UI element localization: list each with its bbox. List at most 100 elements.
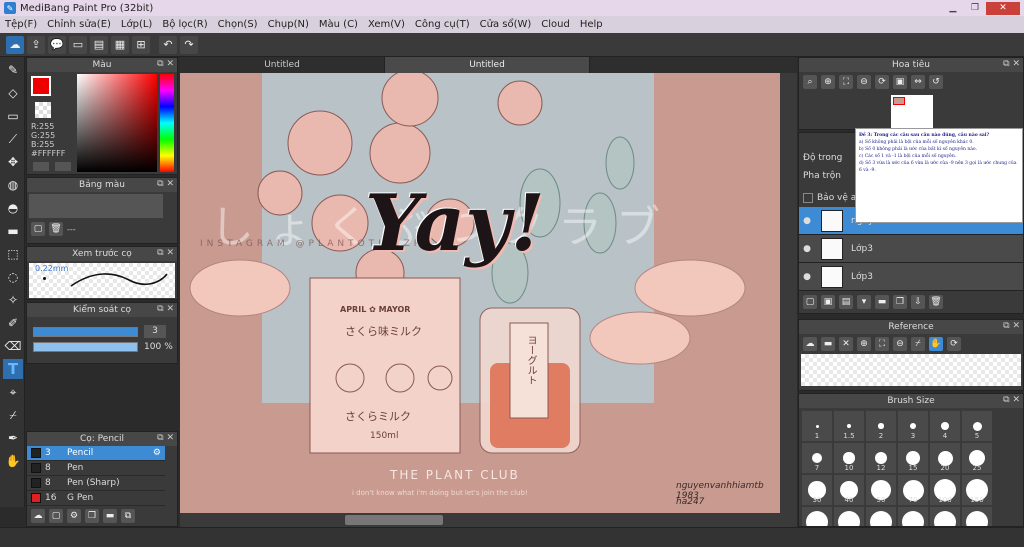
fill-tool-icon[interactable]: ◍ xyxy=(3,175,23,195)
secondary-color-swatch[interactable] xyxy=(35,102,51,118)
reference-eyedropper-icon[interactable]: ⌿ xyxy=(911,337,925,351)
primary-color-swatch[interactable] xyxy=(31,76,51,96)
brush-size-cell[interactable]: 30 xyxy=(802,475,832,505)
hand-tool-icon[interactable]: ✋ xyxy=(3,451,23,471)
brush-size-value[interactable]: 3 xyxy=(144,325,166,338)
reference-cloud-icon[interactable]: ☁ xyxy=(803,337,817,351)
scrollbar-thumb[interactable] xyxy=(345,515,443,525)
brush-size-cell[interactable]: 150 xyxy=(962,475,992,505)
menu-item[interactable]: Cloud xyxy=(536,19,575,30)
select-eraser-tool-icon[interactable]: ⌫ xyxy=(3,336,23,356)
brush-size-cell[interactable]: 10 xyxy=(834,443,864,473)
flip-icon[interactable]: ⇔ xyxy=(911,75,925,89)
brush-size-cell[interactable]: 200 xyxy=(802,507,832,526)
bucket-tool-icon[interactable]: ◓ xyxy=(3,198,23,218)
color-mode-icon[interactable] xyxy=(33,162,49,171)
reference-fit-icon[interactable]: ⛶ xyxy=(875,337,889,351)
color-swap-icon[interactable] xyxy=(55,162,71,171)
magic-wand-tool-icon[interactable]: ✧ xyxy=(3,290,23,310)
reference-zoom-in-icon[interactable]: ⊕ xyxy=(857,337,871,351)
actual-size-icon[interactable]: ▣ xyxy=(893,75,907,89)
brush-size-cell[interactable]: 1.5 xyxy=(834,411,864,441)
brush-list-item[interactable]: 16 G Pen xyxy=(27,491,165,506)
select-tool-icon[interactable]: ⬚ xyxy=(3,244,23,264)
dot-pen-tool-icon[interactable]: ⟋ xyxy=(3,129,23,149)
cloud-icon[interactable]: ☁ xyxy=(6,35,24,54)
brush-size-cell[interactable]: 25 xyxy=(962,443,992,473)
reference-rotate-icon[interactable]: ⟳ xyxy=(947,337,961,351)
panel-close-icon[interactable]: ⧉ ✕ xyxy=(157,304,174,314)
text-tool-icon[interactable]: T xyxy=(3,359,23,379)
new-layer-2-icon[interactable]: ▣ xyxy=(821,295,835,309)
brush-size-cell[interactable]: 400 xyxy=(866,507,896,526)
brush-size-cell[interactable]: 50 xyxy=(866,475,896,505)
canvas-horizontal-scrollbar[interactable] xyxy=(180,513,797,527)
navigator-thumbnail[interactable] xyxy=(891,95,933,129)
menu-item[interactable]: Chọn(S) xyxy=(213,19,263,30)
brush-size-cell[interactable]: 70 xyxy=(898,475,928,505)
saturation-value-picker[interactable] xyxy=(77,74,157,172)
zoom-out-icon[interactable]: ⊖ xyxy=(857,75,871,89)
brush-list-item[interactable]: 3 Pencil ⚙ xyxy=(27,446,165,461)
panel-layout-icon[interactable]: ▦ xyxy=(111,35,129,54)
new-halftone-layer-icon[interactable]: ▤ xyxy=(839,295,853,309)
panel-close-icon[interactable]: ⧉ ✕ xyxy=(157,59,174,69)
menu-item[interactable]: Bộ lọc(R) xyxy=(157,19,212,30)
brush-size-cell[interactable]: 300 xyxy=(834,507,864,526)
menu-item[interactable]: Help xyxy=(575,19,608,30)
reset-icon[interactable]: ↺ xyxy=(929,75,943,89)
tab-untitled-1[interactable]: Untitled xyxy=(180,57,385,73)
reference-close-icon[interactable]: ✕ xyxy=(839,337,853,351)
grid-icon[interactable]: ⊞ xyxy=(132,35,150,54)
brush-size-cell[interactable]: 40 xyxy=(834,475,864,505)
gradient-tool-icon[interactable]: ▬ xyxy=(3,221,23,241)
rotate-icon[interactable]: ⟳ xyxy=(875,75,889,89)
drawing-canvas[interactable]: しょくぶつクラブ INSTAGRAM @PLANTOTJAYZR APRIL ✿… xyxy=(180,73,780,513)
select-pen-tool-icon[interactable]: ✐ xyxy=(3,313,23,333)
reference-open-icon[interactable]: ▬ xyxy=(821,337,835,351)
reference-hand-icon[interactable]: ✋ xyxy=(929,337,943,351)
brush-settings-icon[interactable]: ⚙ xyxy=(67,509,81,523)
layer-visibility-icon[interactable]: ● xyxy=(799,216,815,226)
layer-options-icon[interactable]: ▾ xyxy=(857,295,871,309)
redo-icon[interactable]: ↷ xyxy=(180,35,198,54)
brush-tool-icon[interactable]: ✎ xyxy=(3,60,23,80)
brush-size-cell[interactable]: 20 xyxy=(930,443,960,473)
brush-size-cell[interactable]: 15 xyxy=(898,443,928,473)
panel-close-icon[interactable]: ⧉ ✕ xyxy=(1003,321,1020,331)
brush-size-cell[interactable]: 2 xyxy=(866,411,896,441)
brush-list-item[interactable]: 8 Pen (Sharp) xyxy=(27,476,165,491)
menu-item[interactable]: Chụp(N) xyxy=(263,19,314,30)
brush-duplicate-icon[interactable]: ❐ xyxy=(85,509,99,523)
layer-visibility-icon[interactable]: ● xyxy=(799,244,815,254)
brush-size-cell[interactable]: 3 xyxy=(898,411,928,441)
new-brush-icon[interactable]: ▢ xyxy=(49,509,63,523)
menu-item[interactable]: Tệp(F) xyxy=(0,19,42,30)
menu-item[interactable]: Chỉnh sửa(E) xyxy=(42,19,116,30)
delete-palette-icon[interactable]: 🗑 xyxy=(49,222,63,236)
brush-opacity-slider[interactable] xyxy=(33,342,138,352)
reference-canvas[interactable] xyxy=(801,354,1021,386)
undo-icon[interactable]: ↶ xyxy=(159,35,177,54)
brush-folder-icon[interactable]: ▬ xyxy=(103,509,117,523)
rectangle-tool-icon[interactable]: ▭ xyxy=(3,106,23,126)
panel-close-icon[interactable]: ⧉ ✕ xyxy=(157,433,174,443)
brush-cloud-icon[interactable]: ☁ xyxy=(31,509,45,523)
upload-icon[interactable]: ⇪ xyxy=(27,35,45,54)
new-layer-icon[interactable]: ▢ xyxy=(803,295,817,309)
brush-settings-icon[interactable]: ⚙ xyxy=(153,448,161,458)
duplicate-layer-icon[interactable]: ❐ xyxy=(893,295,907,309)
pen-tool-icon[interactable]: ✒ xyxy=(3,428,23,448)
brush-size-cell[interactable]: 1 xyxy=(802,411,832,441)
hue-slider[interactable] xyxy=(160,74,174,172)
brush-size-cell[interactable] xyxy=(930,507,960,526)
lasso-tool-icon[interactable]: ◌ xyxy=(3,267,23,287)
zoom-icon[interactable]: ⌕ xyxy=(803,75,817,89)
menu-item[interactable]: Cửa sổ(W) xyxy=(475,19,537,30)
zoom-in-icon[interactable]: ⊕ xyxy=(821,75,835,89)
palette-swatch-area[interactable] xyxy=(29,194,163,218)
eyedropper-tool-icon[interactable]: ⌿ xyxy=(3,405,23,425)
brush-size-slider[interactable] xyxy=(33,326,138,337)
panel-close-icon[interactable]: ⧉ ✕ xyxy=(1003,59,1020,69)
menu-item[interactable]: Màu (C) xyxy=(314,19,363,30)
